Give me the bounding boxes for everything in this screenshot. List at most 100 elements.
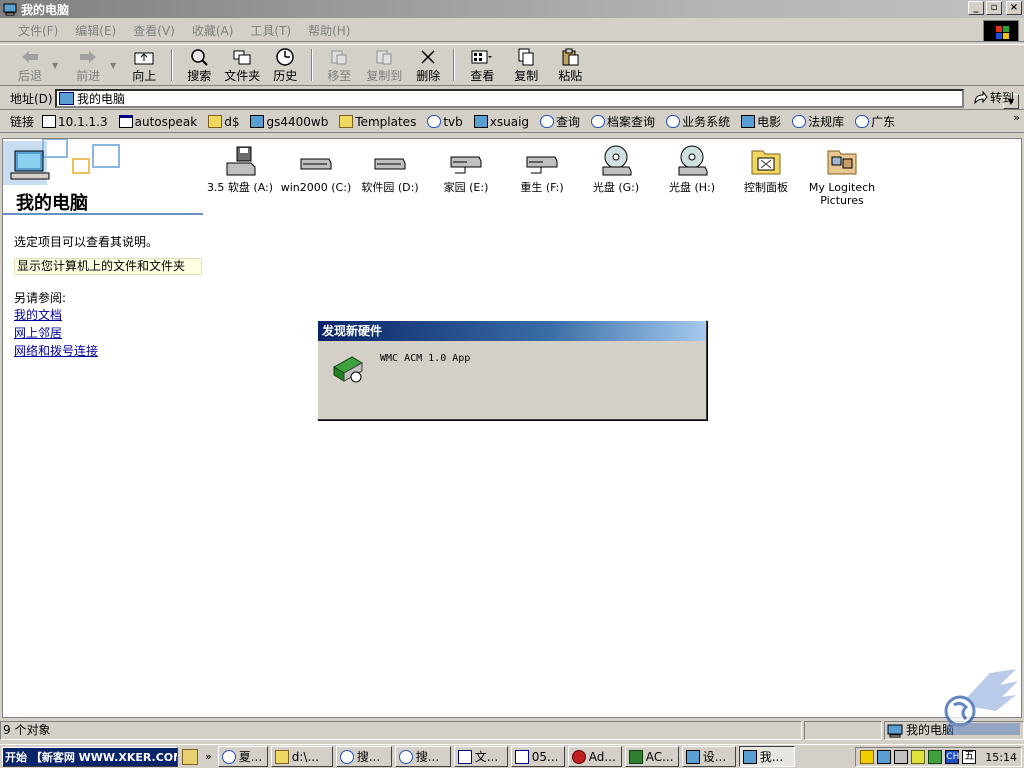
ime-wubi-icon[interactable]: 五 xyxy=(962,750,977,764)
content-pane: 我的电脑 选定项目可以查看其说明。 显示您计算机上的文件和文件夹 另请参阅: 我… xyxy=(2,138,1022,718)
adobe-icon xyxy=(571,749,586,764)
menu-tools[interactable]: 工具(T) xyxy=(250,22,291,39)
task-button[interactable]: d:\... xyxy=(270,746,333,767)
link-item[interactable]: tvb xyxy=(427,115,463,129)
drive-d[interactable]: 软件园 (D:) xyxy=(353,145,427,194)
dialog-title: 发现新硬件 xyxy=(318,321,706,341)
title-bar[interactable]: 我的电脑 _ ▫ × xyxy=(0,0,1024,18)
folder-icon[interactable] xyxy=(182,748,198,765)
paste-button[interactable]: 粘贴 xyxy=(548,45,592,85)
computer-icon xyxy=(741,115,756,128)
link-my-documents[interactable]: 我的文档 xyxy=(14,306,62,323)
search-icon xyxy=(188,47,210,67)
link-item[interactable]: 电影 xyxy=(741,113,781,130)
tray-app-icon[interactable] xyxy=(911,750,926,764)
info-pane: 我的电脑 选定项目可以查看其说明。 显示您计算机上的文件和文件夹 另请参阅: 我… xyxy=(3,139,205,719)
clock[interactable]: 15:14 xyxy=(985,751,1017,764)
network-drive-icon xyxy=(449,145,483,177)
computer-icon xyxy=(473,115,488,128)
floppy-drive-icon xyxy=(223,145,257,177)
task-button[interactable]: 05... xyxy=(510,746,565,767)
copy-to-button[interactable]: 复制到 xyxy=(360,45,408,85)
my-logitech-pictures[interactable]: My Logitech Pictures xyxy=(805,145,879,207)
link-network-dialup[interactable]: 网络和拨号连接 xyxy=(14,342,98,359)
network-icon[interactable] xyxy=(877,750,892,764)
copy-button[interactable]: 复制 xyxy=(504,45,548,85)
quicklaunch-more-chevron-icon[interactable]: » xyxy=(205,750,212,763)
my-computer-icon xyxy=(59,92,74,105)
start-button[interactable]: 开始 【新客网 WWW.XKER.COM】 xyxy=(2,746,178,767)
folders-button[interactable]: 文件夹 xyxy=(220,45,264,85)
copy-to-icon xyxy=(373,47,395,67)
task-button[interactable]: AC... xyxy=(624,746,679,767)
go-button[interactable]: 转到 xyxy=(972,89,1014,106)
task-button[interactable]: 夏... xyxy=(217,746,268,767)
link-item[interactable]: xsuaig xyxy=(473,115,529,129)
maximize-button[interactable]: ▫ xyxy=(986,1,1002,15)
device-manager-icon xyxy=(685,749,700,764)
forward-button[interactable]: 前进 xyxy=(66,45,110,85)
ie-page-icon xyxy=(792,115,807,128)
up-button[interactable]: 向上 xyxy=(122,45,166,85)
link-item[interactable]: autospeak xyxy=(118,115,197,129)
ie-page-icon xyxy=(540,115,555,128)
link-item[interactable]: 广东 xyxy=(855,113,895,130)
menu-edit[interactable]: 编辑(E) xyxy=(75,22,116,39)
search-button[interactable]: 搜索 xyxy=(178,45,220,85)
explorer-window: 我的电脑 _ ▫ × 文件(F) 编辑(E) 查看(V) 收藏(A) 工具(T)… xyxy=(0,0,1024,744)
task-button[interactable]: 搜... xyxy=(335,746,392,767)
link-item[interactable]: 档案查询 xyxy=(591,113,655,130)
menu-help[interactable]: 帮助(H) xyxy=(308,22,350,39)
drive-e[interactable]: 家园 (E:) xyxy=(429,145,503,194)
history-button[interactable]: 历史 xyxy=(264,45,306,85)
link-item[interactable]: 查询 xyxy=(540,113,580,130)
links-more-chevron-icon[interactable]: » xyxy=(1013,111,1020,124)
task-button-active[interactable]: 我... xyxy=(738,746,795,767)
views-button[interactable]: 查看 xyxy=(460,45,504,85)
drive-floppy-a[interactable]: 3.5 软盘 (A:) xyxy=(203,145,277,194)
link-item[interactable]: 10.1.1.3 xyxy=(42,115,108,129)
volume-icon[interactable] xyxy=(860,750,875,764)
menu-favorites[interactable]: 收藏(A) xyxy=(192,22,234,39)
close-button[interactable]: × xyxy=(1006,1,1022,15)
display-icon[interactable] xyxy=(894,750,909,764)
link-item[interactable]: Templates xyxy=(339,115,416,129)
move-to-icon xyxy=(328,47,350,67)
task-button[interactable]: 搜... xyxy=(394,746,451,767)
quick-launch: » xyxy=(182,748,218,765)
found-new-hardware-dialog[interactable]: 发现新硬件 WMC ACM 1.0 App xyxy=(317,320,707,420)
ime-language-icon[interactable]: CH xyxy=(945,750,959,764)
forward-dropdown-icon[interactable]: ▼ xyxy=(110,61,116,70)
move-to-button[interactable]: 移至 xyxy=(318,45,360,85)
toolbar-separator xyxy=(453,49,456,81)
back-button[interactable]: 后退 xyxy=(8,45,52,85)
link-item[interactable]: gs4400wb xyxy=(250,115,328,129)
back-dropdown-icon[interactable]: ▼ xyxy=(52,61,58,70)
copy-icon xyxy=(515,47,537,67)
control-panel[interactable]: 控制面板 xyxy=(729,145,803,194)
taskbar: 开始 【新客网 WWW.XKER.COM】 » 夏... d:\... 搜...… xyxy=(0,744,1024,768)
tray-app-icon[interactable] xyxy=(928,750,943,764)
system-tray: CH 五 15:14 xyxy=(855,747,1022,767)
link-item[interactable]: 法规库 xyxy=(792,113,844,130)
task-button[interactable]: Ad... xyxy=(567,746,622,767)
link-item[interactable]: 业务系统 xyxy=(666,113,730,130)
link-network-places[interactable]: 网上邻居 xyxy=(14,324,62,341)
my-computer-icon xyxy=(3,3,17,15)
drive-c[interactable]: win2000 (C:) xyxy=(279,145,353,194)
watermark-logo-icon xyxy=(944,669,1020,735)
drive-h[interactable]: 光盘 (H:) xyxy=(655,145,729,194)
drive-g[interactable]: 光盘 (G:) xyxy=(579,145,653,194)
address-bar: 地址(D) 我的电脑 ▼ 转到 xyxy=(0,87,1024,110)
menu-file[interactable]: 文件(F) xyxy=(18,22,58,39)
address-input[interactable]: 我的电脑 ▼ xyxy=(55,89,1019,109)
menu-view[interactable]: 查看(V) xyxy=(133,22,175,39)
status-bar: 9 个对象 我的电脑 xyxy=(0,721,1024,741)
drive-f[interactable]: 重生 (F:) xyxy=(505,145,579,194)
minimize-button[interactable]: _ xyxy=(968,1,984,15)
delete-button[interactable]: 删除 xyxy=(408,45,448,85)
task-button[interactable]: 设... xyxy=(681,746,736,767)
link-item[interactable]: d$ xyxy=(208,115,239,129)
history-clock-icon xyxy=(274,47,296,67)
task-button[interactable]: 文... xyxy=(453,746,508,767)
